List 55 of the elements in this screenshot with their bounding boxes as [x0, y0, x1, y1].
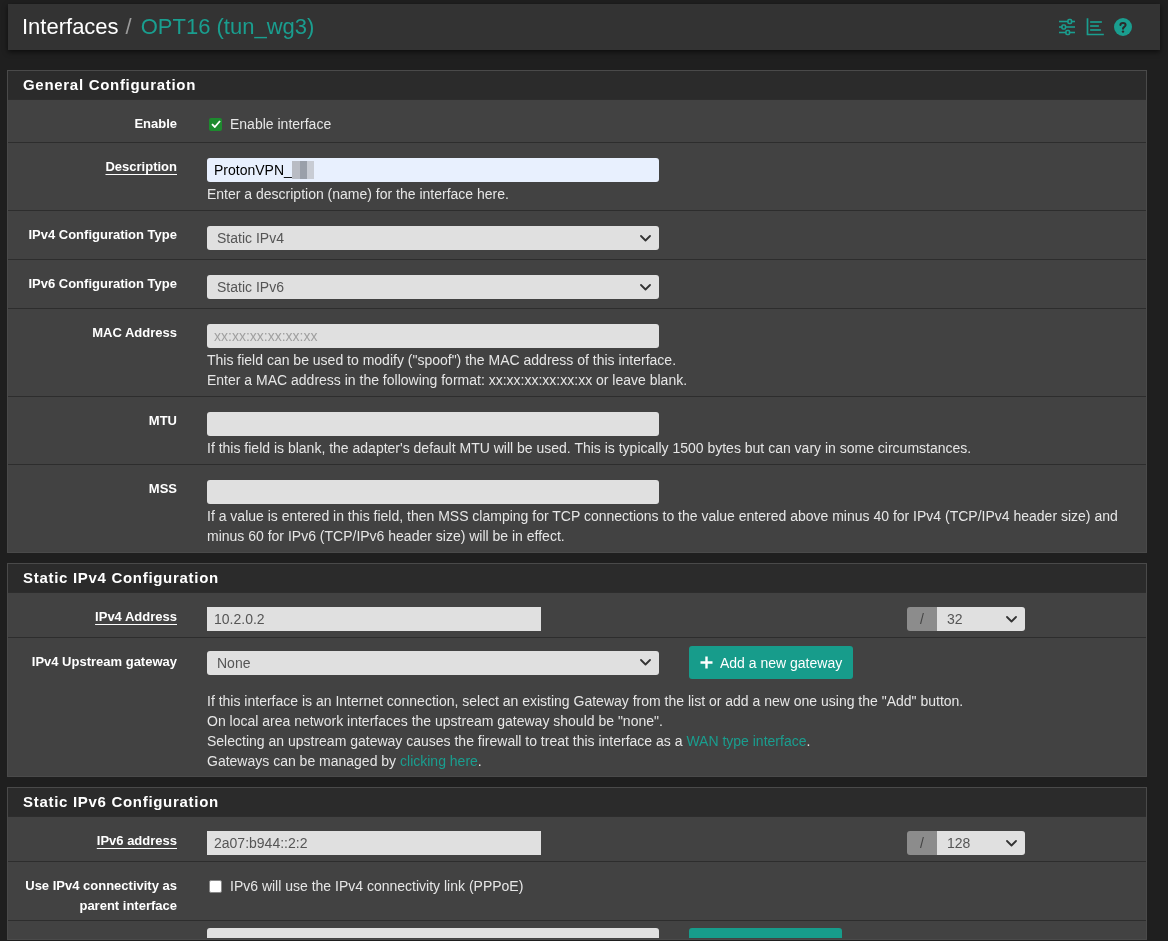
- plus-icon: [700, 656, 713, 669]
- field-label: IPv4 Upstream gateway: [31, 654, 177, 669]
- chevron-icon: [640, 283, 651, 291]
- help-link[interactable]: clicking here: [400, 753, 478, 769]
- field-label: Enable: [134, 116, 177, 131]
- help-text: Enter a MAC address in the following format: xx:xx:xx:xx:xx:xx or leave blank.: [207, 371, 689, 390]
- chevron-icon: [640, 234, 651, 242]
- checkbox[interactable]: [209, 879, 222, 893]
- field-label: IPv4 Address: [95, 609, 177, 624]
- help-text: If a value is entered in this field, then MSS clamping for TCP connections to the value entered above minus 40 for IPv4 (TCP/IPv4 header size) and minus 60 for IPv6 (TCP/IPv6 header size) will be in effect.: [207, 507, 1119, 546]
- dropdown[interactable]: Static IPv6: [207, 275, 659, 299]
- chevron-icon: [1006, 615, 1017, 623]
- checkbox[interactable]: [209, 117, 222, 131]
- prefix-separator: /: [907, 607, 937, 631]
- panel-heading: General Configuration: [8, 71, 1146, 99]
- field-label: MTU: [148, 413, 177, 428]
- field-label: Description: [105, 159, 177, 174]
- field-label: MSS: [148, 481, 177, 496]
- dropdown[interactable]: None: [207, 650, 659, 675]
- checkbox-label[interactable]: IPv6 will use the IPv4 connectivity link (PPPoE): [230, 876, 524, 896]
- help-text: Gateways can be managed by clicking here.: [207, 752, 483, 771]
- checkmark-icon: [210, 120, 221, 128]
- text-field[interactable]: 2a07:b944::2:2: [207, 831, 541, 855]
- help-text: Selecting an upstream gateway causes the firewall to treat this interface as a WAN type interface.: [207, 732, 812, 751]
- field-label: IPv6 address: [96, 833, 177, 848]
- checkbox-label[interactable]: Enable interface: [230, 114, 332, 134]
- breadcrumb-separator: /: [125, 13, 132, 41]
- help-text: If this interface is an Internet connection, select an existing Gateway from the list or add a new one using the "Add" button.: [207, 692, 965, 711]
- field-label: Use IPv4 connectivity as parent interface: [25, 878, 177, 913]
- field-label: MAC Address: [92, 325, 177, 340]
- add-gateway-button[interactable]: Add a new gateway: [689, 646, 854, 679]
- text-field[interactable]: [207, 412, 659, 436]
- field-label: IPv6 Configuration Type: [28, 276, 177, 291]
- text-field[interactable]: 10.2.0.2: [207, 607, 541, 631]
- breadcrumb-link[interactable]: OPT16 (tun_wg3): [140, 13, 315, 41]
- sliders-icon[interactable]: [1058, 18, 1076, 36]
- bar-chart-icon[interactable]: [1086, 18, 1104, 36]
- page-title: Interfaces: [22, 13, 119, 41]
- help-icon[interactable]: [1114, 18, 1132, 36]
- chevron-icon: [1006, 839, 1017, 847]
- dropdown[interactable]: Static IPv4: [207, 226, 659, 250]
- chevron-icon: [640, 659, 651, 666]
- dropdown[interactable]: 32: [937, 607, 1025, 631]
- prefix-separator: /: [907, 831, 937, 855]
- help-text: This field can be used to modify ("spoof") the MAC address of this interface.: [207, 351, 678, 370]
- text-field[interactable]: [207, 480, 659, 504]
- help-text: On local area network interfaces the upstream gateway should be "none".: [207, 712, 664, 731]
- help-text: Enter a description (name) for the interface here.: [207, 185, 510, 204]
- panel-heading: Static IPv6 Configuration: [8, 788, 1146, 816]
- dropdown[interactable]: 128: [937, 831, 1025, 855]
- help-text: If this field is blank, the adapter's default MTU will be used. This is typically 1500 bytes but can vary in some circumstances.: [207, 439, 973, 458]
- panel-heading: Static IPv4 Configuration: [8, 564, 1146, 592]
- field-label: IPv4 Configuration Type: [28, 227, 177, 242]
- text-field[interactable]: xx:xx:xx:xx:xx:xx: [207, 324, 659, 348]
- text-field[interactable]: ProtonVPN_: [207, 158, 659, 182]
